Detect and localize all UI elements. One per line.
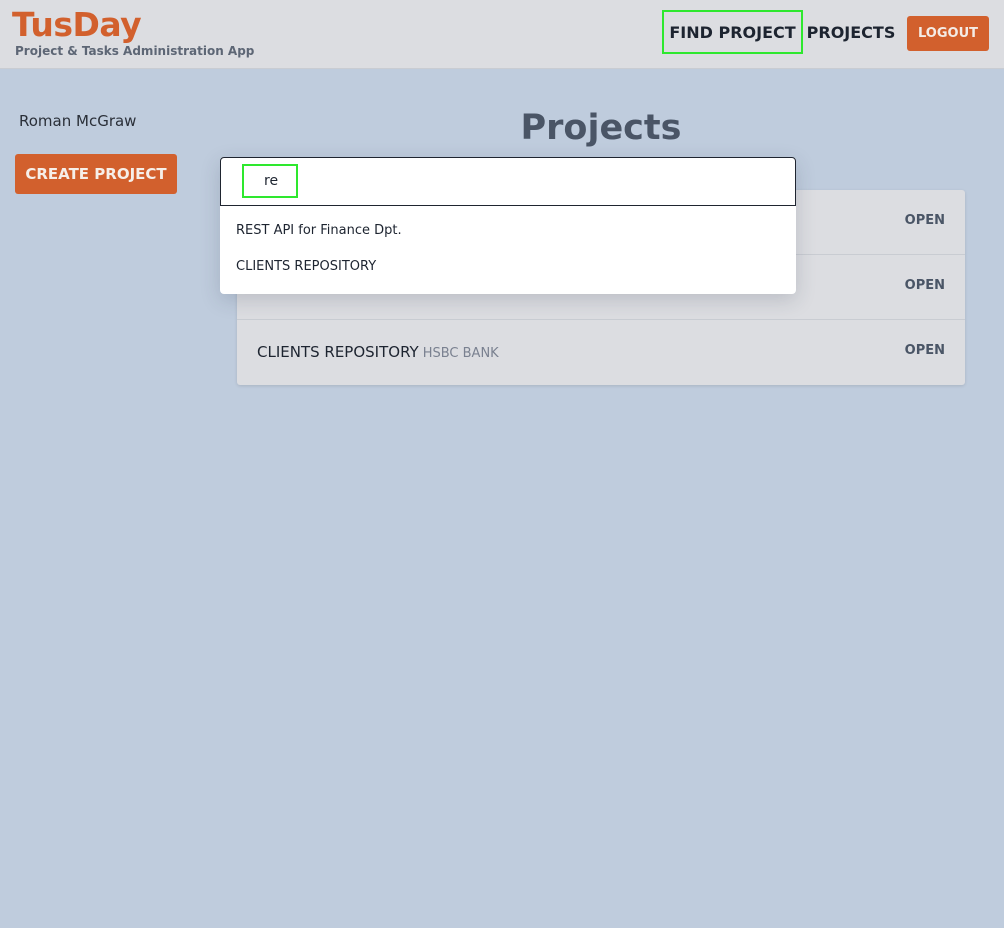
logout-button[interactable]: LOGOUT <box>907 16 989 51</box>
open-project-link[interactable]: OPEN <box>905 278 945 293</box>
find-project-link[interactable]: FIND PROJECT <box>662 10 803 54</box>
create-project-button[interactable]: CREATE PROJECT <box>15 154 177 194</box>
page-title: Projects <box>520 108 682 148</box>
project-name: CLIENTS REPOSITORY HSBC BANK <box>257 343 499 361</box>
brand[interactable]: TusDay Project & Tasks Administration Ap… <box>12 5 255 59</box>
search-result[interactable]: REST API for Finance Dpt. <box>236 223 402 238</box>
project-client: HSBC BANK <box>422 346 499 361</box>
search-input-wrapper[interactable] <box>220 157 796 206</box>
header: TusDay Project & Tasks Administration Ap… <box>0 0 1004 69</box>
project-name-text: CLIENTS REPOSITORY <box>257 343 419 361</box>
app-title: TusDay <box>12 5 142 44</box>
open-project-link[interactable]: OPEN <box>905 343 945 358</box>
project-row: CLIENTS REPOSITORY HSBC BANK OPEN <box>237 320 965 385</box>
search-input[interactable] <box>242 164 298 198</box>
search-dropdown: REST API for Finance Dpt. CLIENTS REPOSI… <box>220 157 796 294</box>
app-subtitle: Project & Tasks Administration App <box>15 44 255 58</box>
username: Roman McGraw <box>19 112 137 130</box>
projects-link[interactable]: PROJECTS <box>807 10 896 54</box>
open-project-link[interactable]: OPEN <box>905 213 945 228</box>
search-result[interactable]: CLIENTS REPOSITORY <box>236 259 376 274</box>
